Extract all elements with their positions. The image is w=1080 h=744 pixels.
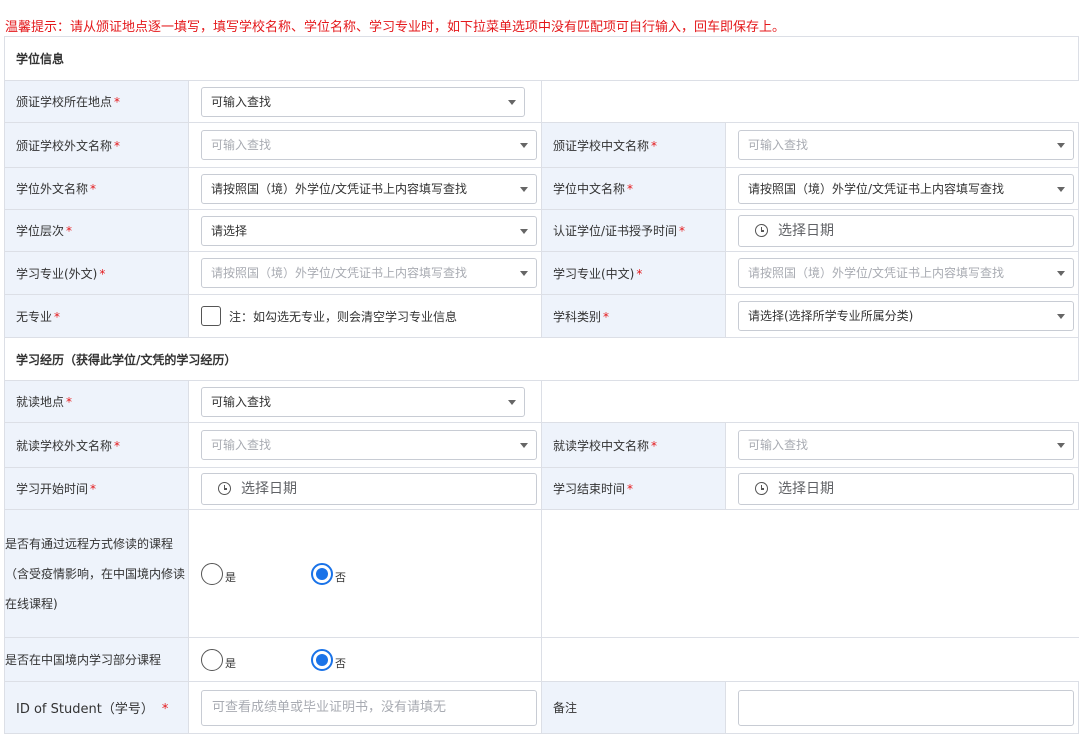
degree-chinese-name-select[interactable]: 请按照国（境）外学位/文凭证书上内容填写查找 (738, 173, 1075, 204)
clock-icon (755, 482, 768, 495)
student-id-input[interactable] (201, 689, 537, 726)
degree-foreign-name-select[interactable]: 请按照国（境）外学位/文凭证书上内容填写查找 (201, 173, 537, 204)
chevron-down-icon (520, 271, 528, 276)
remarks-input[interactable] (738, 689, 1075, 726)
cell-award-date: 选择日期 (724, 209, 1080, 252)
warm-tip: 温馨提示：请从颁证地点逐一填写，填写学校名称、学位名称、学习专业时，如下拉菜单选… (5, 20, 786, 35)
chevron-down-icon (520, 443, 528, 448)
chevron-down-icon (520, 143, 528, 148)
chevron-down-icon (1057, 314, 1066, 319)
empty-cell (540, 637, 1079, 682)
study-location-select[interactable]: 可输入查找 (201, 386, 525, 417)
empty-cell (540, 509, 1079, 638)
label-study-school-chinese: 就读学校中文名称 * (541, 422, 726, 468)
cell-study-school-chinese: 可输入查找 (724, 422, 1080, 468)
cell-degree-level: 请选择 (188, 209, 542, 252)
major-chinese-select[interactable]: 请按照国（境）外学位/文凭证书上内容填写查找 (738, 258, 1075, 288)
label-school-chinese-name: 颁证学校中文名称 * (541, 122, 726, 168)
school-foreign-name-select[interactable]: 可输入查找 (201, 130, 537, 160)
label-degree-chinese-name: 学位中文名称 * (541, 167, 726, 210)
label-major-foreign: 学习专业(外文) * (4, 251, 189, 295)
cell-no-major: 注：如勾选无专业，则会清空学习专业信息 (188, 294, 542, 338)
label-degree-level: 学位层次 * (4, 209, 189, 252)
label-end-date: 学习结束时间 * (541, 467, 726, 510)
empty-cell (540, 380, 1079, 423)
study-school-chinese-select[interactable]: 可输入查找 (738, 430, 1075, 460)
label-study-school-foreign: 就读学校外文名称 * (4, 422, 189, 468)
label-start-date: 学习开始时间 * (4, 467, 189, 510)
end-date-picker[interactable]: 选择日期 (738, 472, 1075, 505)
cell-degree-foreign-name: 请按照国（境）外学位/文凭证书上内容填写查找 (188, 167, 542, 210)
label-discipline: 学科类别 * (541, 294, 726, 338)
section-title-degree: 学位信息 (3, 36, 1080, 81)
remote-courses-yes-radio[interactable]: 是 (201, 562, 311, 585)
school-chinese-name-select[interactable]: 可输入查找 (738, 130, 1075, 160)
chevron-down-icon (1057, 443, 1066, 448)
chevron-down-icon (1057, 271, 1066, 276)
label-school-location: 颁证学校所在地点 * (4, 80, 189, 123)
cell-major-chinese: 请按照国（境）外学位/文凭证书上内容填写查找 (724, 251, 1080, 295)
cell-school-location: 可输入查找 (188, 80, 542, 123)
clock-icon (755, 224, 768, 237)
label-student-id: ID of Student（学号） * (4, 681, 189, 734)
partial-in-china-yes-radio[interactable]: 是 (201, 648, 311, 671)
cell-student-id (188, 681, 542, 734)
study-school-foreign-select[interactable]: 可输入查找 (201, 430, 537, 460)
award-date-picker[interactable]: 选择日期 (738, 214, 1075, 247)
degree-form-table: 学位信息 颁证学校所在地点 * 可输入查找 颁证学校外文名称 * 可输入查找 颁证学… (3, 36, 1080, 734)
cell-school-chinese-name: 可输入查找 (724, 122, 1080, 168)
radio-icon (201, 562, 223, 585)
label-remote-courses: 是否有通过远程方式修读的课程（含受疫情影响，在中国境内修读在线课程) (4, 509, 189, 638)
empty-cell (540, 80, 1079, 123)
label-major-chinese: 学习专业(中文) * (541, 251, 726, 295)
cell-school-foreign-name: 可输入查找 (188, 122, 542, 168)
radio-selected-icon (311, 648, 333, 671)
chevron-down-icon (520, 228, 528, 234)
label-award-date: 认证学位/证书授予时间 * (541, 209, 726, 252)
cell-study-location: 可输入查找 (188, 380, 542, 423)
chevron-down-icon (520, 186, 528, 192)
remote-courses-no-radio[interactable]: 否 (311, 562, 346, 585)
cell-discipline: 请选择(选择所学专业所属分类) (724, 294, 1080, 338)
chevron-down-icon (1057, 143, 1066, 148)
label-remarks: 备注 (541, 681, 726, 734)
chevron-down-icon (1057, 186, 1066, 192)
partial-in-china-no-radio[interactable]: 否 (311, 648, 346, 671)
radio-icon (201, 648, 223, 671)
cell-start-date: 选择日期 (188, 467, 542, 510)
cell-major-foreign: 请按照国（境）外学位/文凭证书上内容填写查找 (188, 251, 542, 295)
label-school-foreign-name: 颁证学校外文名称 * (4, 122, 189, 168)
label-partial-in-china: 是否在中国境内学习部分课程 (4, 637, 189, 682)
cell-remarks (724, 681, 1080, 734)
chevron-down-icon (508, 399, 516, 405)
start-date-picker[interactable]: 选择日期 (201, 472, 537, 505)
school-location-select[interactable]: 可输入查找 (201, 86, 525, 117)
cell-study-school-foreign: 可输入查找 (188, 422, 542, 468)
no-major-checkbox[interactable] (201, 306, 221, 326)
clock-icon (218, 482, 231, 495)
cell-end-date: 选择日期 (724, 467, 1080, 510)
label-degree-foreign-name: 学位外文名称 * (4, 167, 189, 210)
discipline-select[interactable]: 请选择(选择所学专业所属分类) (738, 301, 1075, 331)
cell-degree-chinese-name: 请按照国（境）外学位/文凭证书上内容填写查找 (724, 167, 1080, 210)
cell-partial-in-china: 是 否 (188, 637, 542, 682)
major-foreign-select[interactable]: 请按照国（境）外学位/文凭证书上内容填写查找 (201, 258, 537, 288)
label-study-location: 就读地点 * (4, 380, 189, 423)
section-title-study: 学习经历（获得此学位/文凭的学习经历） (3, 337, 1080, 381)
no-major-note: 注：如勾选无专业，则会清空学习专业信息 (229, 309, 458, 324)
label-no-major: 无专业 * (4, 294, 189, 338)
degree-level-select[interactable]: 请选择 (201, 215, 537, 246)
radio-selected-icon (311, 562, 333, 585)
cell-remote-courses: 是 否 (188, 509, 542, 638)
chevron-down-icon (508, 99, 516, 105)
